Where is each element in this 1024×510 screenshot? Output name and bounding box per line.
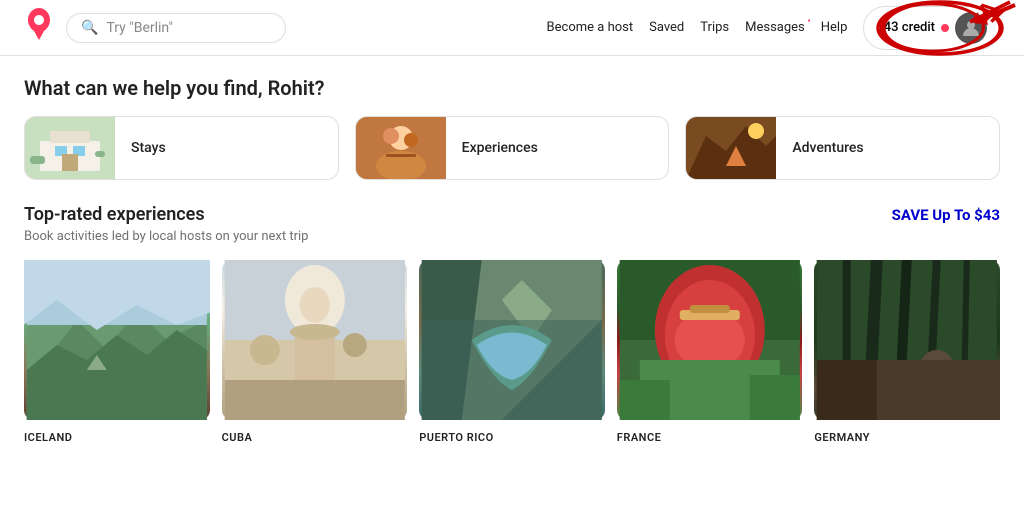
header: 🔍 Try "Berlin" Become a host Saved Trips… (0, 0, 1024, 56)
save-badge[interactable]: SAVE Up To $43 (892, 206, 1000, 224)
saved-link[interactable]: Saved (649, 20, 684, 35)
experience-card-germany[interactable]: GERMANY (814, 260, 1000, 445)
search-input-text: Try "Berlin" (106, 20, 173, 36)
help-link[interactable]: Help (821, 20, 848, 35)
credit-label: $43 credit (876, 20, 935, 35)
credit-button[interactable]: $43 credit (863, 6, 1000, 50)
germany-label: GERMANY (814, 431, 870, 444)
trips-link[interactable]: Trips (700, 20, 729, 35)
category-row: Stays Experiences (24, 116, 1000, 180)
experience-card-france[interactable]: FRANCE (617, 260, 803, 445)
messages-link[interactable]: Messages (745, 20, 805, 35)
user-avatar[interactable] (955, 12, 987, 44)
search-icon: 🔍 (81, 20, 98, 36)
header-left: 🔍 Try "Berlin" (24, 8, 286, 47)
experience-card-cuba[interactable]: CUBA (222, 260, 408, 445)
cuba-label: CUBA (222, 431, 253, 444)
experience-card-iceland[interactable]: ICELAND (24, 260, 210, 445)
greeting-text: What can we help you find, Rohit? (24, 76, 1000, 100)
iceland-image (24, 260, 210, 420)
main-content: What can we help you find, Rohit? Stays (0, 56, 1024, 445)
become-host-link[interactable]: Become a host (547, 20, 634, 35)
experience-row: ICELAND CUBA (24, 260, 1000, 445)
cuba-image (222, 260, 408, 420)
puertorico-image (419, 260, 605, 420)
search-bar[interactable]: 🔍 Try "Berlin" (66, 13, 286, 43)
header-nav: Become a host Saved Trips Messages Help … (547, 6, 1000, 50)
category-card-stays[interactable]: Stays (24, 116, 339, 180)
section-subtitle: Book activities led by local hosts on yo… (24, 229, 1000, 244)
credit-notification-dot (941, 24, 949, 32)
category-card-experiences[interactable]: Experiences (355, 116, 670, 180)
stays-label: Stays (115, 140, 182, 156)
experiences-image (356, 116, 446, 180)
adventures-label: Adventures (776, 140, 879, 156)
experiences-label: Experiences (446, 140, 554, 156)
experience-card-puertorico[interactable]: PUERTO RICO (419, 260, 605, 445)
adventures-image (686, 116, 776, 180)
iceland-label: ICELAND (24, 431, 72, 444)
experiences-section-header: Top-rated experiences SAVE Up To $43 (24, 204, 1000, 225)
airbnb-logo[interactable] (24, 8, 54, 47)
germany-image (814, 260, 1000, 420)
puertorico-label: PUERTO RICO (419, 431, 494, 444)
france-label: FRANCE (617, 431, 662, 444)
france-image (617, 260, 803, 420)
section-title: Top-rated experiences (24, 204, 205, 225)
stays-image (25, 116, 115, 180)
category-card-adventures[interactable]: Adventures (685, 116, 1000, 180)
